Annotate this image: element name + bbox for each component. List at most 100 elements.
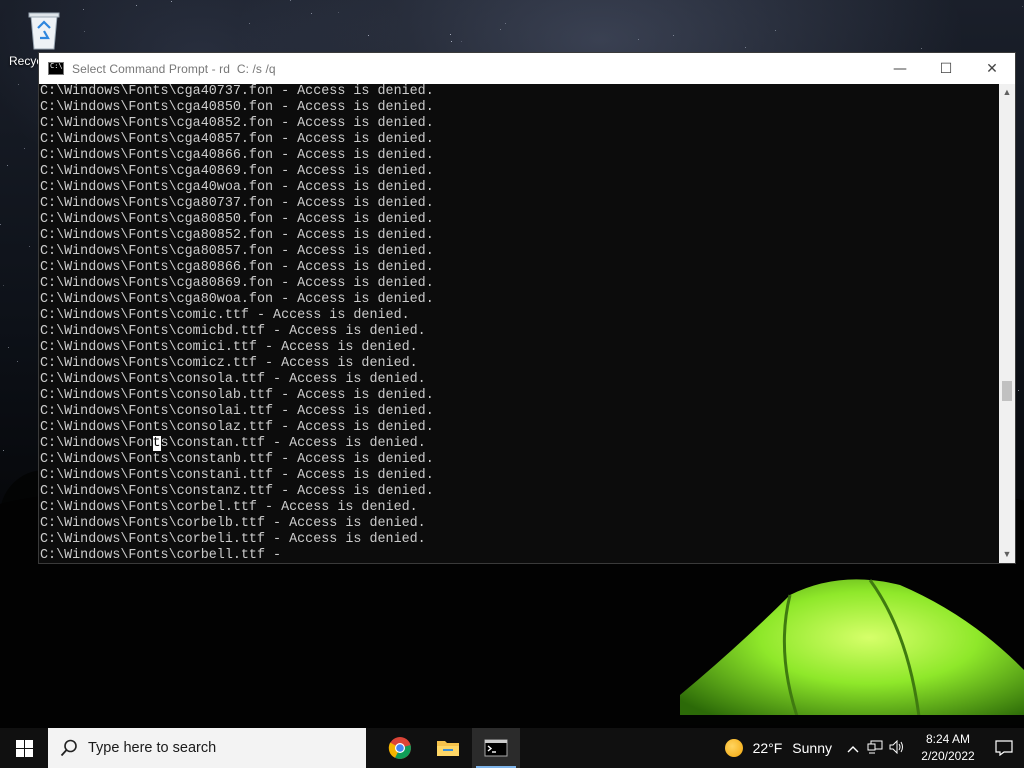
- star: [18, 84, 19, 85]
- notification-center-button[interactable]: [984, 740, 1024, 756]
- taskbar-command-prompt[interactable]: [472, 728, 520, 768]
- minimize-button[interactable]: —: [877, 53, 923, 84]
- console-line: C:\Windows\Fonts\consola.ttf - Access is…: [40, 372, 426, 387]
- clock-date: 2/20/2022: [921, 749, 975, 763]
- console-line: C:\Windows\Fonts\consolab.ttf - Access i…: [40, 388, 434, 403]
- console-line: C:\Windows\Fonts\cga80866.fon - Access i…: [40, 260, 434, 275]
- star: [171, 1, 172, 2]
- star: [921, 48, 922, 49]
- search-placeholder: Type here to search: [88, 740, 217, 756]
- console-line: C:\Windows\Fonts\constanb.ttf - Access i…: [40, 452, 434, 467]
- window-title: Select Command Prompt - rd C: /s /q: [72, 61, 276, 76]
- network-icon[interactable]: [864, 740, 886, 757]
- console-output[interactable]: C:\Windows\Fonts\cga40737.fon - Access i…: [39, 84, 1000, 563]
- star: [136, 5, 137, 6]
- console-line: C:\Windows\Fonts\cga80869.fon - Access i…: [40, 276, 434, 291]
- vertical-scrollbar[interactable]: ▲ ▼: [999, 84, 1015, 563]
- star: [17, 361, 18, 362]
- console-app-icon: [48, 62, 64, 75]
- console-line: C:\Windows\Fonts\cga40850.fon - Access i…: [40, 100, 434, 115]
- console-line: C:\Windows\Fonts\constanz.ttf - Access i…: [40, 484, 434, 499]
- chrome-icon: [388, 737, 411, 759]
- star: [290, 0, 291, 1]
- system-tray: 22°F Sunny 8:24 AM 2/20/2022: [724, 728, 1024, 768]
- sun-icon: [724, 739, 743, 757]
- console-line: C:\Windows\Fonts\constani.ttf - Access i…: [40, 468, 434, 483]
- console-line: C:\Windows\Fonts\cga80857.fon - Access i…: [40, 244, 434, 259]
- console-line: C:\Windows\Fonts\cga40857.fon - Access i…: [40, 132, 434, 147]
- window-titlebar[interactable]: Select Command Prompt - rd C: /s /q — ☐ …: [39, 53, 1015, 84]
- star: [745, 47, 746, 48]
- star: [505, 23, 506, 24]
- star: [451, 41, 452, 42]
- star: [24, 148, 25, 149]
- console-line: C:\Windows\Fonts\cga40woa.fon - Access i…: [40, 180, 434, 195]
- console-line: C:\Windows\Fonts\corbell.ttf -: [40, 548, 282, 563]
- star: [1022, 6, 1023, 7]
- chevron-up-icon[interactable]: [842, 741, 864, 756]
- search-icon: [60, 739, 77, 757]
- console-line: C:\Windows\Fonts\comici.ttf - Access is …: [40, 340, 418, 355]
- star: [29, 246, 30, 247]
- file-explorer-icon: [437, 741, 459, 756]
- console-line: C:\Windows\Fonts\corbelb.ttf - Access is…: [40, 516, 426, 531]
- start-button[interactable]: [0, 728, 48, 768]
- star: [673, 35, 674, 36]
- console-line: C:\Windows\Fonts\comic.ttf - Access is d…: [40, 308, 410, 323]
- taskbar-chrome[interactable]: [376, 728, 424, 768]
- console-line: C:\Windows\Fonts\cga80737.fon - Access i…: [40, 196, 434, 211]
- star: [638, 39, 639, 40]
- console-line: C:\Windows\Fonts\consolai.ttf - Access i…: [40, 404, 434, 419]
- console-line: C:\Windows\Fonts\consolaz.ttf - Access i…: [40, 420, 434, 435]
- star: [311, 13, 312, 14]
- console-line: C:\Windows\Fonts\cga40869.fon - Access i…: [40, 164, 434, 179]
- windows-logo-icon: [15, 739, 33, 757]
- scroll-up-arrow-icon[interactable]: ▲: [999, 84, 1015, 101]
- maximize-icon: ☐: [939, 60, 953, 77]
- weather-condition: Sunny: [792, 740, 832, 756]
- console-line: C:\Windows\Fonts\comicz.ttf - Access is …: [40, 356, 418, 371]
- star: [8, 347, 9, 348]
- close-icon: ✕: [986, 60, 998, 77]
- text-cursor: t: [152, 436, 161, 451]
- taskbar-search-box[interactable]: Type here to search: [48, 728, 366, 768]
- star: [368, 35, 369, 36]
- star: [3, 450, 4, 451]
- maximize-button[interactable]: ☐: [923, 53, 969, 84]
- weather-widget[interactable]: 22°F Sunny: [724, 739, 832, 757]
- console-line: C:\Windows\Fonts\cga80woa.fon - Access i…: [40, 292, 434, 307]
- close-button[interactable]: ✕: [969, 53, 1015, 84]
- star: [249, 23, 250, 24]
- console-line: C:\Windows\Fonts\cga40852.fon - Access i…: [40, 116, 434, 131]
- command-prompt-icon: [484, 739, 508, 757]
- console-line: C:\Windows\Fonts\corbeli.ttf - Access is…: [40, 532, 426, 547]
- command-prompt-window[interactable]: Select Command Prompt - rd C: /s /q — ☐ …: [38, 52, 1016, 564]
- tent-image: [680, 579, 1024, 725]
- taskbar: Type here to search 22°F Sunny 8:24 AM 2…: [0, 728, 1024, 768]
- star: [500, 29, 501, 30]
- star: [0, 224, 1, 225]
- star: [461, 41, 462, 42]
- taskbar-clock[interactable]: 8:24 AM 2/20/2022: [912, 731, 984, 765]
- star: [1018, 390, 1019, 391]
- console-line: C:\Windows\Fonts\cga80850.fon - Access i…: [40, 212, 434, 227]
- star: [84, 31, 85, 32]
- star: [7, 165, 8, 166]
- console-line: C:\Windows\Fonts\cga40737.fon - Access i…: [40, 84, 434, 99]
- console-line: C:\Windows\Fonts\comicbd.ttf - Access is…: [40, 324, 426, 339]
- star: [775, 30, 776, 31]
- star: [338, 12, 339, 13]
- star: [3, 285, 4, 286]
- star: [450, 34, 451, 35]
- minimize-icon: —: [893, 60, 907, 77]
- scroll-thumb[interactable]: [1002, 381, 1012, 401]
- recycle-bin-icon: [27, 10, 61, 50]
- scroll-down-arrow-icon[interactable]: ▼: [999, 546, 1015, 563]
- weather-temperature: 22°F: [752, 740, 783, 756]
- console-line: C:\Windows\Fonts\cga40866.fon - Access i…: [40, 148, 434, 163]
- notification-icon: [995, 740, 1013, 756]
- clock-time: 8:24 AM: [925, 732, 971, 746]
- volume-icon[interactable]: [886, 739, 908, 757]
- taskbar-file-explorer[interactable]: [424, 728, 472, 768]
- console-line: C:\Windows\Fonts\cga80852.fon - Access i…: [40, 228, 434, 243]
